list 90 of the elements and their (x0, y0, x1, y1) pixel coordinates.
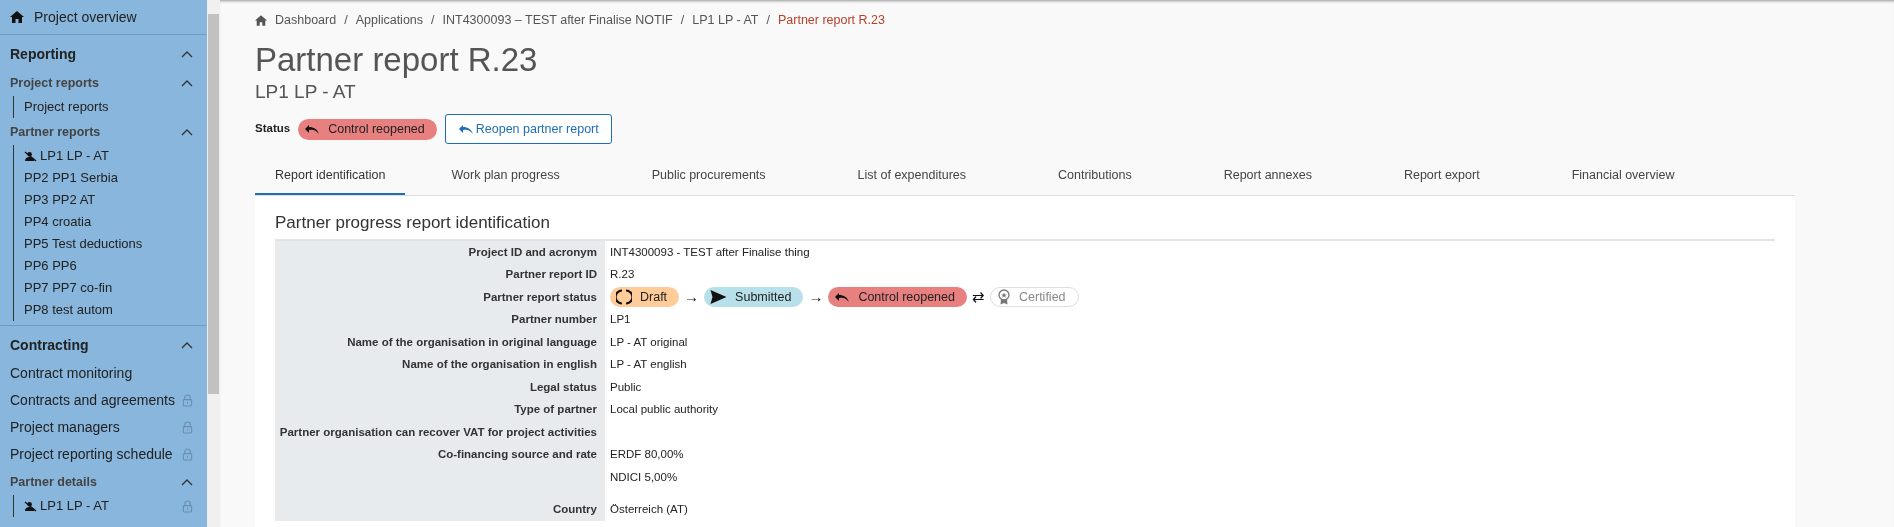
sidebar-item[interactable]: PP2 PP1 Serbia (24, 168, 118, 188)
home-icon (10, 11, 24, 23)
lock-icon (182, 421, 193, 434)
sidebar-item[interactable]: LP1 LP - AT (40, 496, 109, 516)
page-title: Partner report R.23 (255, 40, 539, 80)
card-title: Partner progress report identification (275, 212, 551, 234)
collapse-icon[interactable] (181, 341, 193, 349)
scrollbar[interactable] (207, 0, 220, 527)
status-badge: Control reopened (298, 118, 437, 140)
field-label: Project ID and acronym (468, 245, 597, 258)
sidebar-item[interactable]: PP8 test autom (24, 300, 113, 320)
breadcrumb-link[interactable]: Partner report R.23 (777, 10, 885, 30)
sidebar-item[interactable]: Contract monitoring (10, 363, 133, 384)
arrow-icon: → (808, 285, 824, 308)
field-value: ERDF 80,00% (610, 448, 684, 460)
collapse-icon[interactable] (181, 79, 193, 87)
field-label: Partner organisation can recover VAT for project activities (279, 425, 597, 438)
field-value: Public (610, 380, 642, 393)
sidebar-item[interactable]: PP4 croatia (24, 212, 92, 232)
breadcrumb-separator: / (680, 11, 685, 29)
field-label: Legal status (529, 380, 597, 393)
page-subtitle: LP1 LP - AT (255, 80, 357, 104)
sidebar-item[interactable]: LP1 LP - AT (40, 146, 109, 166)
field-label: Country (552, 503, 597, 515)
award-icon (997, 288, 1011, 305)
field-label: Partner report ID (505, 268, 597, 280)
reopen-button[interactable]: Reopen partner report (444, 114, 612, 144)
tab[interactable]: List of expenditures (811, 157, 1012, 195)
sidebar-section-title[interactable]: Reporting (10, 43, 77, 65)
sidebar-group-title[interactable]: Partner reports (10, 122, 101, 142)
field-value: R.23 (610, 268, 635, 280)
field-value: Österreich (AT) (610, 503, 688, 515)
collapse-icon[interactable] (181, 478, 193, 486)
breadcrumb-link[interactable]: INT4300093 – TEST after Finalise NOTIF (442, 10, 673, 30)
sidebar-item[interactable]: PP6 PP6 (24, 256, 77, 276)
sidebar-item[interactable]: Project reports (24, 97, 109, 117)
tab[interactable]: Public procurements (605, 157, 812, 195)
status-badge: Submitted (704, 286, 804, 307)
lock-icon (182, 499, 193, 513)
field-label: Name of the organisation in original language (347, 335, 597, 348)
undo-icon (304, 123, 321, 135)
breadcrumb-separator: / (344, 11, 348, 29)
sidebar-group-title[interactable]: Partner details (10, 472, 97, 492)
tab[interactable]: Contributions (1012, 157, 1178, 195)
sidebar-group-title[interactable]: Project reports (10, 73, 99, 93)
field-label: Co-financing source and rate (437, 448, 597, 460)
sidebar-item[interactable]: PP3 PP2 AT (24, 190, 96, 210)
sidebar-item[interactable]: PP5 Test deductions (24, 234, 143, 254)
person-crossed-icon (24, 500, 37, 512)
field-value: LP - AT original (610, 335, 688, 348)
person-crossed-icon (24, 150, 37, 162)
field-label: Name of the organisation in english (402, 358, 597, 370)
sidebar-item[interactable]: Project overview (34, 6, 137, 28)
collapse-icon[interactable] (181, 128, 193, 136)
tab[interactable]: Work plan progress (405, 157, 606, 195)
tab[interactable]: Financial overview (1525, 157, 1721, 195)
field-value: INT4300093 - TEST after Finalise thing (610, 245, 810, 258)
undo-icon (457, 123, 474, 135)
status-label: Status (255, 121, 291, 137)
breadcrumb-link[interactable]: Dashboard (275, 10, 337, 30)
field-value: NDICI 5,00% (610, 470, 678, 483)
scrollbar-thumb[interactable] (208, 14, 219, 394)
breadcrumb-separator: / (766, 11, 770, 29)
arrow-icon: ⇄ (972, 285, 985, 308)
ring-icon (616, 288, 632, 305)
lock-icon (182, 394, 193, 407)
field-value: LP1 (610, 313, 631, 325)
sidebar-item[interactable]: PP7 PP7 co-fin (24, 278, 113, 298)
tab[interactable]: Report annexes (1177, 157, 1358, 195)
field-value: LP - AT english (610, 358, 687, 370)
arrow-icon: → (684, 285, 700, 308)
sidebar-item[interactable]: Project reporting schedule (10, 444, 173, 465)
breadcrumb-link[interactable]: Applications (355, 10, 424, 30)
field-value: Local public authority (610, 403, 719, 415)
status-badge: Draft (610, 286, 680, 307)
field-label: Partner report status (483, 290, 597, 303)
field-label: Partner number (511, 313, 597, 325)
field-label: Type of partner (514, 403, 597, 415)
breadcrumb-separator: / (431, 11, 435, 29)
lock-icon (182, 448, 193, 461)
home-icon[interactable] (255, 14, 267, 26)
sidebar-item[interactable]: Project managers (10, 417, 120, 438)
status-badge: Certified (990, 286, 1079, 307)
sidebar-section-title[interactable]: Contracting (10, 334, 89, 356)
sidebar-item[interactable]: Contracts and agreements (10, 390, 175, 411)
breadcrumb-link[interactable]: LP1 LP - AT (692, 10, 759, 30)
status-badge: Control reopened (828, 286, 967, 307)
send-icon (710, 289, 728, 304)
tab[interactable]: Report export (1357, 157, 1526, 195)
collapse-icon[interactable] (181, 50, 193, 58)
